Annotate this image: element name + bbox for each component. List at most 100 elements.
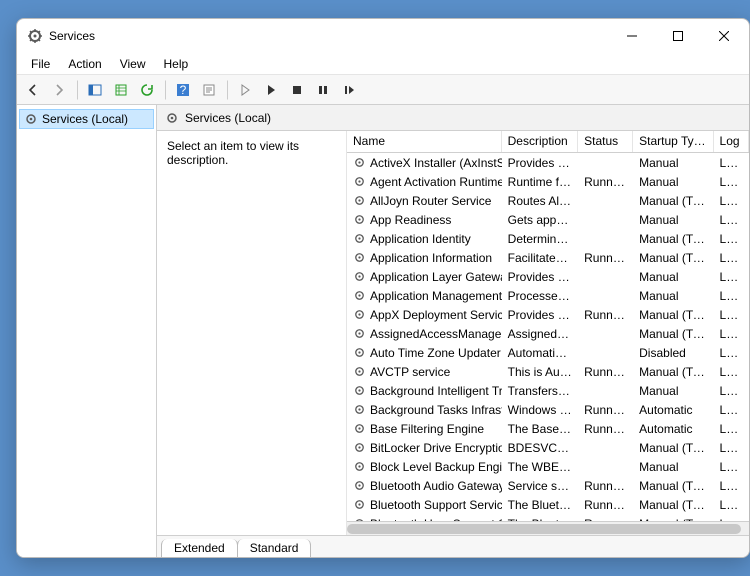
service-row[interactable]: Application ManagementProcesses in...Man… [347,286,749,305]
service-row[interactable]: App ReadinessGets apps re...ManualLoca [347,210,749,229]
service-name: Background Tasks Infrastruc... [370,403,502,417]
back-button[interactable] [21,78,45,102]
stop-service-button[interactable] [285,78,309,102]
service-name: Application Information [370,251,492,265]
service-logon: Loca [714,460,749,474]
service-row[interactable]: BitLocker Drive Encryption ...BDESVC hos… [347,438,749,457]
svg-text:?: ? [180,83,187,97]
titlebar[interactable]: Services [17,19,749,53]
service-logon: Loca [714,346,749,360]
service-startup: Manual [633,270,713,284]
service-row[interactable]: Auto Time Zone UpdaterAutomatica...Disab… [347,343,749,362]
gear-icon [165,111,179,125]
content: Select an item to view its description. … [157,131,749,535]
service-row[interactable]: Background Intelligent Tran...Transfers … [347,381,749,400]
service-row[interactable]: AllJoyn Router ServiceRoutes AllJo...Man… [347,191,749,210]
col-description[interactable]: Description [502,131,579,152]
service-logon: Loca [714,156,749,170]
service-logon: Loca [714,441,749,455]
service-logon: Loca [714,308,749,322]
service-row[interactable]: Agent Activation Runtime_...Runtime for.… [347,172,749,191]
service-status: Running [578,251,633,265]
col-name[interactable]: Name [347,131,502,152]
minimize-button[interactable] [609,21,655,51]
help-button[interactable]: ? [171,78,195,102]
refresh-button[interactable] [135,78,159,102]
gear-icon [353,346,366,359]
service-description: Windows in... [502,403,578,417]
service-description: Runtime for... [502,175,578,189]
horizontal-scrollbar[interactable] [347,521,749,535]
tab-standard[interactable]: Standard [237,539,312,557]
service-row[interactable]: Application Layer Gateway ...Provides su… [347,267,749,286]
service-description: The Base Fil... [502,422,578,436]
gear-icon [353,422,366,435]
service-row[interactable]: ActiveX Installer (AxInstSV)Provides Us.… [347,153,749,172]
menu-action[interactable]: Action [60,55,109,73]
service-row[interactable]: Bluetooth Audio Gateway S...Service sup.… [347,476,749,495]
service-startup: Manual (Trig... [633,479,713,493]
service-description: AssignedAc... [502,327,578,341]
toolbar: ? [17,75,749,105]
gear-icon [353,251,366,264]
pause-service-button[interactable] [311,78,335,102]
tree-item-services-local[interactable]: Services (Local) [19,109,154,129]
menu-file[interactable]: File [23,55,58,73]
service-row[interactable]: Background Tasks Infrastruc...Windows in… [347,400,749,419]
service-row[interactable]: Bluetooth User Support Ser...The Bluetoo… [347,514,749,521]
service-row[interactable]: AVCTP serviceThis is Audi...RunningManua… [347,362,749,381]
window-title: Services [49,29,95,43]
description-pane: Select an item to view its description. [157,131,347,535]
service-row[interactable]: Application IdentityDetermines ...Manual… [347,229,749,248]
gear-icon [353,232,366,245]
close-button[interactable] [701,21,747,51]
service-status: Running [578,308,633,322]
service-row[interactable]: Base Filtering EngineThe Base Fil...Runn… [347,419,749,438]
play-service-button[interactable] [259,78,283,102]
service-startup: Manual [633,213,713,227]
service-startup: Manual (Trig... [633,327,713,341]
tab-extended[interactable]: Extended [161,539,238,557]
service-logon: Loca [714,384,749,398]
gear-icon [24,112,38,126]
service-logon: Loca [714,365,749,379]
service-startup: Manual (Trig... [633,365,713,379]
col-logon[interactable]: Log [714,131,749,152]
service-row[interactable]: AssignedAccessManager Se...AssignedAc...… [347,324,749,343]
service-rows[interactable]: ActiveX Installer (AxInstSV)Provides Us.… [347,153,749,521]
service-description: The Bluetoo... [502,498,578,512]
service-description: The WBENG... [502,460,578,474]
menu-view[interactable]: View [112,55,154,73]
show-hide-tree-button[interactable] [83,78,107,102]
service-startup: Manual (Trig... [633,308,713,322]
start-service-button[interactable] [233,78,257,102]
forward-button[interactable] [47,78,71,102]
menu-help[interactable]: Help [156,55,197,73]
service-name: Block Level Backup Engine ... [370,460,502,474]
service-startup: Manual (Trig... [633,251,713,265]
service-row[interactable]: AppX Deployment Service (...Provides inf… [347,305,749,324]
toolbar-separator [226,80,228,100]
service-row[interactable]: Bluetooth Support ServiceThe Bluetoo...R… [347,495,749,514]
gear-icon [353,384,366,397]
col-startup-type[interactable]: Startup Type [633,131,713,152]
service-description: Provides Us... [502,156,578,170]
restart-service-button[interactable] [337,78,361,102]
gear-icon [353,365,366,378]
service-logon: Loca [714,194,749,208]
service-row[interactable]: Block Level Backup Engine ...The WBENG..… [347,457,749,476]
main-header: Services (Local) [157,105,749,131]
service-logon: Loca [714,270,749,284]
tree-pane: Services (Local) [17,105,157,557]
service-name: Application Management [370,289,502,303]
service-name: Application Identity [370,232,471,246]
service-startup: Disabled [633,346,713,360]
service-description: This is Audi... [502,365,578,379]
properties-button[interactable] [197,78,221,102]
service-row[interactable]: Application InformationFacilitates t...R… [347,248,749,267]
export-list-button[interactable] [109,78,133,102]
gear-icon [353,213,366,226]
col-status[interactable]: Status [578,131,633,152]
maximize-button[interactable] [655,21,701,51]
column-headers: Name Description Status Startup Type Log [347,131,749,153]
